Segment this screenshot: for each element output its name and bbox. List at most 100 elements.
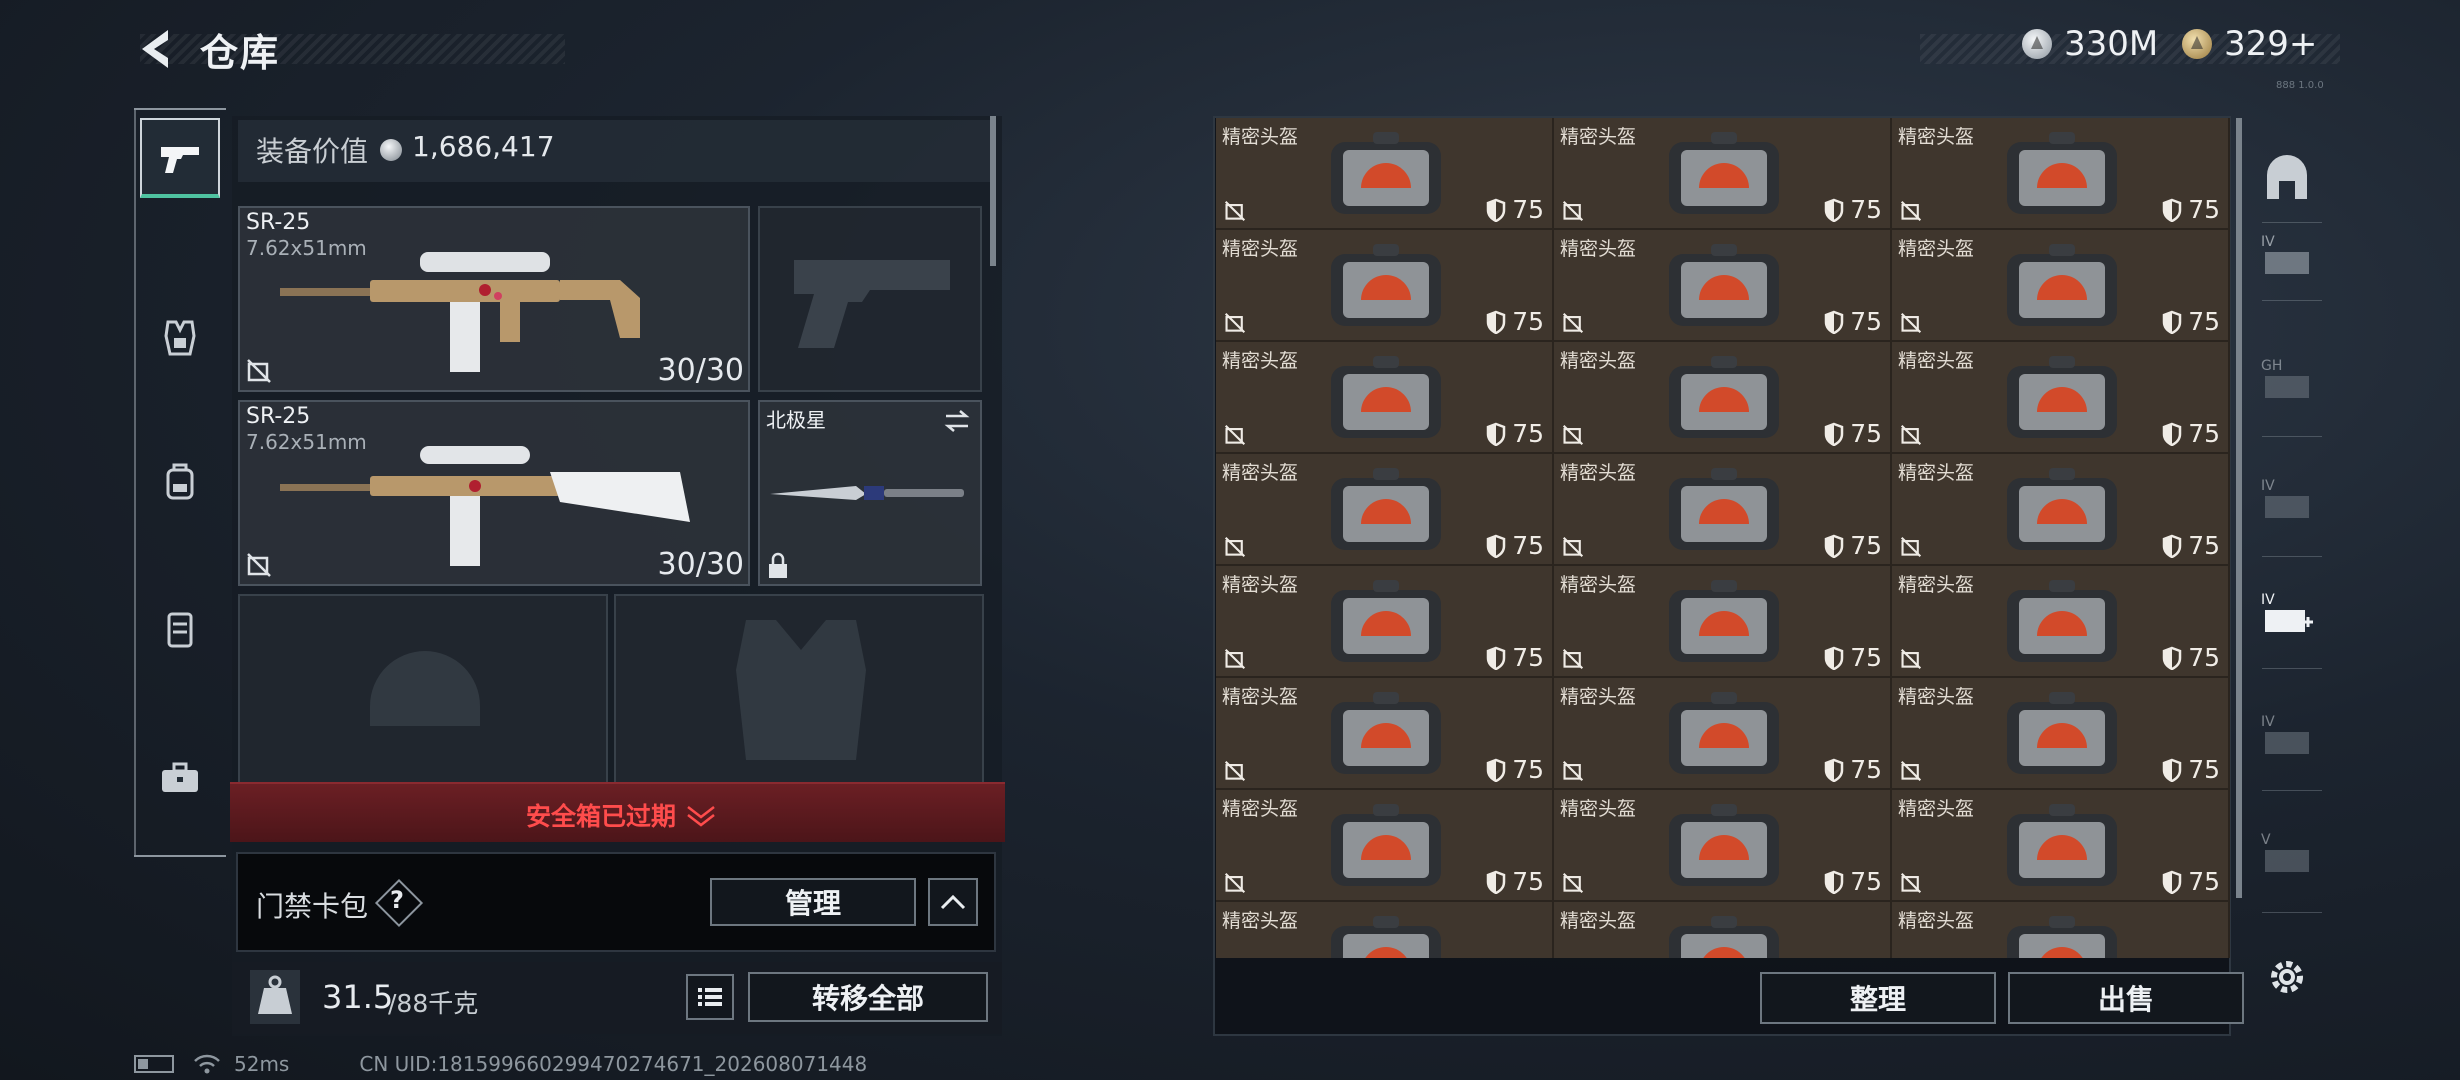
svg-text:IV: IV — [2261, 478, 2275, 494]
primary-weapon-slot-1[interactable]: SR-25 7.62x51mm 30/30 — [238, 206, 750, 392]
helmet-bag-icon — [2007, 804, 2117, 886]
stash-item-cell[interactable]: 精密头盔 75 — [1892, 678, 2230, 790]
stash-item-cell[interactable]: 精密头盔75 — [1216, 566, 1554, 678]
stash-item-cell[interactable]: 精密头盔75 — [1554, 230, 1892, 342]
settings-button[interactable] — [2252, 942, 2322, 1012]
expand-button[interactable] — [928, 878, 978, 926]
stash-item-cell[interactable]: 精密头盔 75 — [1554, 678, 1892, 790]
body-armor-slot[interactable] — [614, 594, 984, 784]
durability-value: 75 — [2188, 867, 2220, 896]
stash-item-cell[interactable]: 精密头盔75 — [1892, 342, 2230, 454]
svg-text:V: V — [2261, 832, 2271, 848]
back-button[interactable] — [132, 24, 182, 74]
stash-item-cell[interactable]: 精密头盔 75 — [1216, 790, 1554, 902]
melee-slot[interactable]: 北极星 — [758, 400, 982, 586]
stash-home-tab[interactable] — [2252, 144, 2322, 214]
no-insure-icon — [1562, 312, 1584, 334]
currency-silver-value: 330M — [2064, 24, 2159, 64]
item-durability: 75 — [1486, 867, 1544, 896]
help-icon[interactable]: ? — [390, 886, 404, 914]
stash-item-cell[interactable]: 精密头盔75 — [1216, 902, 1554, 958]
stash-item-cell[interactable]: 精密头盔75 — [1892, 566, 2230, 678]
item-durability: 75 — [1486, 643, 1544, 672]
safe-box-expired[interactable]: 安全箱已过期 — [526, 797, 718, 833]
item-name: 精密头盔 — [1222, 798, 1299, 820]
item-durability: 75 — [1824, 867, 1882, 896]
shelter-icon — [2267, 155, 2307, 199]
stash-item-cell[interactable]: 精密头盔75 — [1216, 454, 1554, 566]
transfer-all-button[interactable]: 转移全部 — [748, 972, 988, 1022]
stash-item-cell[interactable]: 精密头盔75 — [1216, 342, 1554, 454]
durability-value: 75 — [1850, 755, 1882, 784]
durability-value: 75 — [1850, 307, 1882, 336]
item-durability: 75 — [2162, 643, 2220, 672]
item-durability: 75 — [2162, 755, 2220, 784]
no-insure-icon — [1900, 312, 1922, 334]
separator — [2262, 668, 2322, 669]
list-view-button[interactable] — [686, 974, 734, 1020]
shield-icon — [2162, 646, 2182, 670]
no-insure-icon — [1900, 536, 1922, 558]
durability-value: 75 — [2188, 643, 2220, 672]
no-insure-icon — [1900, 648, 1922, 670]
storage-tab-4[interactable]: IV — [2252, 222, 2322, 292]
manage-button[interactable]: 管理 — [710, 878, 916, 926]
rail-tab-backpack[interactable] — [140, 442, 220, 522]
stash-item-cell[interactable]: 精密头盔75 — [1554, 566, 1892, 678]
item-name: 精密头盔 — [1898, 798, 1975, 820]
item-name: 精密头盔 — [1898, 686, 1975, 708]
stash-item-cell[interactable]: 精密头盔75 — [1554, 790, 1892, 902]
stash-item-cell[interactable]: 精密头盔75 — [1554, 454, 1892, 566]
svg-text:IV: IV — [2261, 592, 2275, 608]
helmet-bag-icon — [1331, 132, 1441, 214]
rail-top-line — [134, 108, 226, 110]
no-insure-icon — [1562, 424, 1584, 446]
helmet-bag-icon — [1331, 580, 1441, 662]
durability-value: 75 — [1512, 531, 1544, 560]
lock-icon — [769, 552, 787, 578]
item-name: 精密头盔 — [1898, 910, 1975, 932]
rail-tab-armor[interactable] — [140, 298, 220, 378]
equipment-scrollbar[interactable] — [990, 116, 996, 266]
stash-item-cell[interactable]: 精密头盔75 — [1554, 902, 1892, 958]
melee-name: 北极星 — [766, 408, 826, 432]
svg-text:IV: IV — [2261, 714, 2275, 730]
helmet-bag-icon — [1331, 356, 1441, 438]
helmet-slot[interactable] — [238, 594, 608, 784]
helmet-bag-icon — [1669, 468, 1779, 550]
item-name: 精密头盔 — [1560, 686, 1637, 708]
storage-tab-v[interactable]: V — [2252, 820, 2322, 890]
storage-tab-gun[interactable]: GH — [2252, 346, 2322, 416]
stash-item-cell[interactable]: 精密头盔75 — [1892, 118, 2230, 230]
stash-item-cell[interactable]: 精密头盔75 — [1554, 118, 1892, 230]
rail-tab-chest-rig[interactable] — [140, 590, 220, 670]
item-durability: 75 — [1486, 755, 1544, 784]
storage-tab-tools[interactable]: IV — [2252, 702, 2322, 772]
swap-icon[interactable] — [942, 408, 972, 434]
currency-silver[interactable]: 330M — [2022, 24, 2158, 64]
sell-button[interactable]: 出售 — [2008, 972, 2244, 1024]
stash-item-cell[interactable]: 精密头盔75 — [1892, 902, 2230, 958]
stash-item-cell[interactable]: 精密头盔75 — [1216, 118, 1554, 230]
item-durability: 75 — [1824, 531, 1882, 560]
item-name: 精密头盔 — [1222, 910, 1299, 932]
primary-weapon-slot-2[interactable]: SR-25 7.62x51mm 30/30 — [238, 400, 750, 586]
stash-item-cell[interactable]: 精密头盔75 — [1554, 342, 1892, 454]
stash-item-cell[interactable]: 精密头盔75 — [1892, 454, 2230, 566]
storage-tab-medical[interactable]: IV — [2252, 580, 2322, 650]
rail-tab-weapons[interactable] — [140, 118, 220, 198]
stash-item-cell[interactable]: 精密头盔75 — [1216, 678, 1554, 790]
no-insure-icon — [1224, 424, 1246, 446]
rail-tab-briefcase[interactable] — [140, 738, 220, 818]
helmet-bag-icon — [1669, 916, 1779, 958]
durability-value: 75 — [1512, 643, 1544, 672]
durability-value: 75 — [2188, 307, 2220, 336]
stash-item-cell[interactable]: 精密头盔 75 — [1892, 790, 2230, 902]
sidearm-slot[interactable] — [758, 206, 982, 392]
stash-item-cell[interactable]: 精密头盔75 — [1892, 230, 2230, 342]
stash-item-cell[interactable]: 精密头盔75 — [1216, 230, 1554, 342]
storage-tab-ammo[interactable]: IV — [2252, 466, 2322, 536]
currency-gold[interactable]: 329+ — [2182, 24, 2317, 64]
stash-scrollbar[interactable] — [2236, 118, 2242, 898]
organize-button[interactable]: 整理 — [1760, 972, 1996, 1024]
